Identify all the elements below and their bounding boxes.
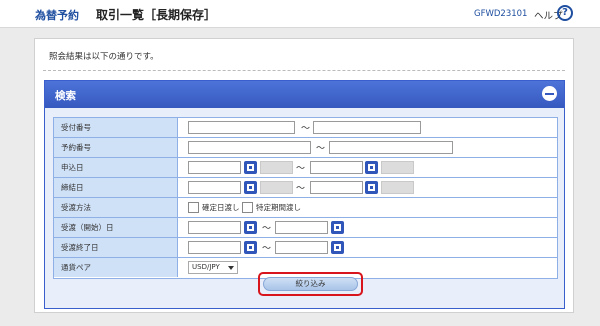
content-card: 照会結果は以下の通りです。 検索 受付番号 ～ 予約番号 ～ 申込日 ～ 締結日… <box>34 38 574 313</box>
range-separator: ～ <box>316 144 326 154</box>
conclusion-date-to-time <box>381 181 414 194</box>
calendar-icon[interactable] <box>244 181 257 194</box>
calendar-icon[interactable] <box>365 161 378 174</box>
search-form: 受付番号 ～ 予約番号 ～ 申込日 ～ 締結日 ～ 受渡方法 確定日渡し 特定期… <box>53 117 558 279</box>
range-separator: ～ <box>296 164 306 174</box>
period-delivery-label: 特定期間渡し <box>256 203 301 212</box>
minus-circle-icon[interactable] <box>542 86 557 101</box>
delivery-end-from-input[interactable] <box>188 241 241 254</box>
currency-pair-select[interactable]: USD/JPY <box>188 261 238 274</box>
fixed-delivery-checkbox[interactable] <box>188 202 199 213</box>
label-application-date: 申込日 <box>54 158 178 177</box>
reservation-no-from-input[interactable] <box>188 141 311 154</box>
conclusion-date-to-input[interactable] <box>310 181 363 194</box>
divider <box>43 70 565 71</box>
conclusion-date-from-time <box>260 181 293 194</box>
row-receipt-no: 受付番号 ～ <box>54 118 557 138</box>
delivery-end-to-input[interactable] <box>275 241 328 254</box>
label-currency-pair: 通貨ペア <box>54 258 178 277</box>
search-panel-title: 検索 <box>55 90 76 102</box>
row-delivery-start-date: 受渡（開始）日 ～ <box>54 218 557 238</box>
range-separator: ～ <box>301 124 311 134</box>
search-button-highlight: 絞り込み <box>258 272 363 296</box>
application-date-to-time <box>381 161 414 174</box>
range-separator: ～ <box>262 224 272 234</box>
label-delivery-method: 受渡方法 <box>54 198 178 217</box>
receipt-no-from-input[interactable] <box>188 121 295 134</box>
fixed-delivery-label: 確定日渡し <box>202 203 240 212</box>
chevron-down-icon <box>228 266 234 270</box>
page-title: 取引一覧［長期保存］ <box>96 8 217 22</box>
calendar-icon[interactable] <box>244 161 257 174</box>
screen-id: GFWD23101 <box>474 9 528 19</box>
receipt-no-to-input[interactable] <box>313 121 421 134</box>
delivery-start-from-input[interactable] <box>188 221 241 234</box>
application-date-to-input[interactable] <box>310 161 363 174</box>
calendar-icon[interactable] <box>244 241 257 254</box>
row-application-date: 申込日 ～ <box>54 158 557 178</box>
calendar-icon[interactable] <box>244 221 257 234</box>
filter-button[interactable]: 絞り込み <box>263 277 358 291</box>
application-date-from-input[interactable] <box>188 161 241 174</box>
delivery-start-to-input[interactable] <box>275 221 328 234</box>
search-panel: 検索 受付番号 ～ 予約番号 ～ 申込日 ～ 締結日 ～ 受渡方法 確定日渡し … <box>44 80 565 309</box>
row-reservation-no: 予約番号 ～ <box>54 138 557 158</box>
range-separator: ～ <box>296 184 306 194</box>
label-delivery-start-date: 受渡（開始）日 <box>54 218 178 237</box>
result-info-text: 照会結果は以下の通りです。 <box>49 52 159 62</box>
calendar-icon[interactable] <box>331 221 344 234</box>
period-delivery-checkbox[interactable] <box>242 202 253 213</box>
label-conclusion-date: 締結日 <box>54 178 178 197</box>
reservation-no-to-input[interactable] <box>329 141 453 154</box>
app-title: 為替予約 <box>35 9 79 22</box>
conclusion-date-from-input[interactable] <box>188 181 241 194</box>
help-icon[interactable]: ? <box>557 5 573 21</box>
application-date-from-time <box>260 161 293 174</box>
calendar-icon[interactable] <box>331 241 344 254</box>
currency-pair-value: USD/JPY <box>192 263 220 271</box>
top-header: 為替予約 取引一覧［長期保存］ GFWD23101 ヘルプ ? <box>0 0 600 28</box>
calendar-icon[interactable] <box>365 181 378 194</box>
search-panel-header: 検索 <box>45 81 564 108</box>
range-separator: ～ <box>262 244 272 254</box>
label-reservation-no: 予約番号 <box>54 138 178 157</box>
row-delivery-end-date: 受渡終了日 ～ <box>54 238 557 258</box>
label-receipt-no: 受付番号 <box>54 118 178 137</box>
label-delivery-end-date: 受渡終了日 <box>54 238 178 257</box>
row-delivery-method: 受渡方法 確定日渡し 特定期間渡し <box>54 198 557 218</box>
row-conclusion-date: 締結日 ～ <box>54 178 557 198</box>
